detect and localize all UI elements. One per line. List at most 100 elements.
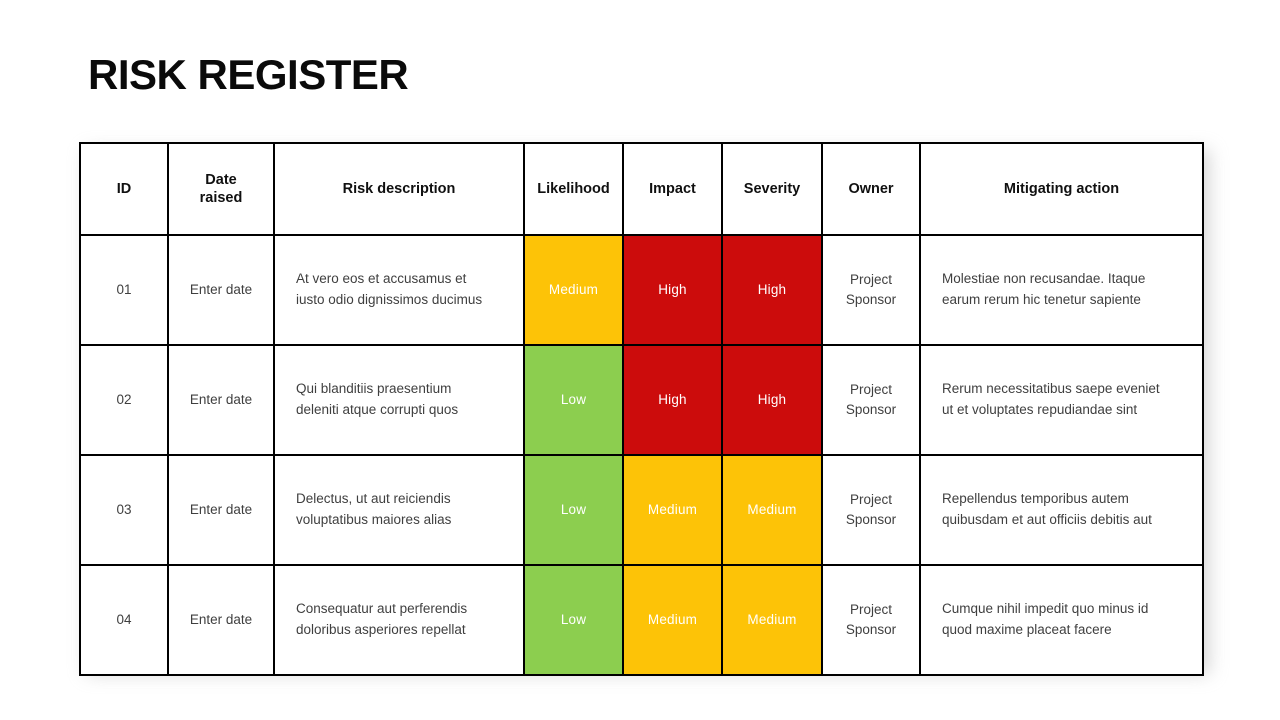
column-header-mitigating-action: Mitigating action	[919, 142, 1204, 236]
cell-mitigating-action-value: Molestiae non recusandae. Itaque earum re…	[921, 265, 1202, 315]
table-row: 04 Enter date Consequatur aut perferendi…	[79, 564, 1204, 676]
slide-canvas: RISK REGISTER ID Date raised Risk descri…	[0, 0, 1280, 720]
cell-impact[interactable]: High	[622, 344, 723, 456]
column-header-owner: Owner	[821, 142, 921, 236]
column-header-id-label: ID	[116, 180, 132, 197]
cell-severity[interactable]: High	[721, 344, 823, 456]
cell-owner[interactable]: Project Sponsor	[821, 344, 921, 456]
impact-badge: High	[624, 346, 721, 454]
cell-impact[interactable]: Medium	[622, 454, 723, 566]
cell-severity[interactable]: High	[721, 234, 823, 346]
likelihood-badge: Low	[525, 566, 622, 674]
mitigating-action-line2: quod maxime placeat facere	[942, 622, 1112, 637]
cell-id-value: 01	[116, 281, 132, 297]
column-header-likelihood: Likelihood	[523, 142, 624, 236]
severity-badge: Medium	[723, 456, 821, 564]
risk-description-line2: voluptatibus maiores alias	[296, 512, 452, 527]
cell-id: 02	[79, 344, 169, 456]
column-header-risk-description: Risk description	[273, 142, 525, 236]
table-body: 01 Enter date At vero eos et accusamus e…	[79, 234, 1204, 676]
cell-mitigating-action[interactable]: Repellendus temporibus autem quibusdam et…	[919, 454, 1204, 566]
mitigating-action-line2: ut et voluptates repudiandae sint	[942, 402, 1138, 417]
cell-owner[interactable]: Project Sponsor	[821, 234, 921, 346]
risk-description-line2: iusto odio dignissimos ducimus	[296, 292, 483, 307]
cell-owner-value: Project Sponsor	[823, 486, 919, 533]
table-row: 03 Enter date Delectus, ut aut reiciendi…	[79, 454, 1204, 566]
cell-impact[interactable]: High	[622, 234, 723, 346]
cell-owner[interactable]: Project Sponsor	[821, 454, 921, 566]
cell-id-value: 04	[116, 611, 132, 627]
column-header-owner-label: Owner	[848, 180, 894, 197]
table-header-row: ID Date raised Risk description Likeliho…	[79, 142, 1204, 236]
cell-date-raised-value: Enter date	[189, 501, 253, 517]
cell-risk-description[interactable]: At vero eos et accusamus et iusto odio di…	[273, 234, 525, 346]
cell-likelihood[interactable]: Low	[523, 454, 624, 566]
risk-description-line2: doloribus asperiores repellat	[296, 622, 466, 637]
cell-mitigating-action[interactable]: Molestiae non recusandae. Itaque earum re…	[919, 234, 1204, 346]
cell-risk-description[interactable]: Consequatur aut perferendis doloribus asp…	[273, 564, 525, 676]
column-header-impact-label: Impact	[649, 180, 696, 197]
impact-badge: High	[624, 236, 721, 344]
cell-risk-description-value: Consequatur aut perferendis doloribus asp…	[275, 595, 523, 645]
cell-owner-value: Project Sponsor	[823, 376, 919, 423]
cell-date-raised[interactable]: Enter date	[167, 234, 275, 346]
cell-date-raised-value: Enter date	[189, 281, 253, 297]
cell-risk-description-value: Qui blanditiis praesentium deleniti atque…	[275, 375, 523, 425]
page-title: RISK REGISTER	[88, 51, 409, 98]
column-header-impact: Impact	[622, 142, 723, 236]
cell-id: 03	[79, 454, 169, 566]
owner-line1: Project	[849, 602, 893, 618]
impact-badge: Medium	[624, 566, 721, 674]
owner-line2: Sponsor	[845, 292, 897, 307]
cell-severity[interactable]: Medium	[721, 564, 823, 676]
cell-severity[interactable]: Medium	[721, 454, 823, 566]
cell-date-raised[interactable]: Enter date	[167, 564, 275, 676]
column-header-severity: Severity	[721, 142, 823, 236]
cell-date-raised[interactable]: Enter date	[167, 344, 275, 456]
owner-line1: Project	[849, 382, 893, 398]
likelihood-badge: Low	[525, 456, 622, 564]
owner-line1: Project	[849, 272, 893, 288]
table-row: 02 Enter date Qui blanditiis praesentium…	[79, 344, 1204, 456]
cell-likelihood[interactable]: Low	[523, 564, 624, 676]
column-header-severity-label: Severity	[743, 180, 801, 197]
risk-description-line1: Consequatur aut perferendis	[296, 601, 468, 617]
cell-date-raised-value: Enter date	[189, 611, 253, 627]
cell-mitigating-action-value: Repellendus temporibus autem quibusdam et…	[921, 485, 1202, 535]
cell-risk-description-value: At vero eos et accusamus et iusto odio di…	[275, 265, 523, 315]
cell-impact[interactable]: Medium	[622, 564, 723, 676]
owner-line2: Sponsor	[845, 622, 897, 637]
impact-badge: Medium	[624, 456, 721, 564]
cell-mitigating-action-value: Rerum necessitatibus saepe eveniet ut et …	[921, 375, 1202, 425]
cell-risk-description[interactable]: Delectus, ut aut reiciendis voluptatibus …	[273, 454, 525, 566]
mitigating-action-line2: quibusdam et aut officiis debitis aut	[942, 512, 1152, 527]
table-row: 01 Enter date At vero eos et accusamus e…	[79, 234, 1204, 346]
cell-mitigating-action-value: Cumque nihil impedit quo minus id quod ma…	[921, 595, 1202, 645]
risk-register-table: ID Date raised Risk description Likeliho…	[79, 142, 1204, 676]
cell-likelihood[interactable]: Low	[523, 344, 624, 456]
severity-badge: High	[723, 346, 821, 454]
cell-risk-description[interactable]: Qui blanditiis praesentium deleniti atque…	[273, 344, 525, 456]
likelihood-badge: Low	[525, 346, 622, 454]
cell-date-raised[interactable]: Enter date	[167, 454, 275, 566]
cell-id: 01	[79, 234, 169, 346]
cell-owner-value: Project Sponsor	[823, 596, 919, 643]
mitigating-action-line1: Molestiae non recusandae. Itaque	[942, 271, 1146, 287]
cell-risk-description-value: Delectus, ut aut reiciendis voluptatibus …	[275, 485, 523, 535]
risk-description-line1: Qui blanditiis praesentium	[296, 381, 452, 397]
owner-line2: Sponsor	[845, 402, 897, 417]
cell-owner[interactable]: Project Sponsor	[821, 564, 921, 676]
mitigating-action-line1: Repellendus temporibus autem	[942, 491, 1129, 507]
cell-date-raised-value: Enter date	[189, 391, 253, 407]
mitigating-action-line1: Rerum necessitatibus saepe eveniet	[942, 381, 1160, 397]
cell-id: 04	[79, 564, 169, 676]
mitigating-action-line2: earum rerum hic tenetur sapiente	[942, 292, 1141, 307]
owner-line1: Project	[849, 492, 893, 508]
cell-mitigating-action[interactable]: Rerum necessitatibus saepe eveniet ut et …	[919, 344, 1204, 456]
mitigating-action-line1: Cumque nihil impedit quo minus id	[942, 601, 1149, 617]
cell-mitigating-action[interactable]: Cumque nihil impedit quo minus id quod ma…	[919, 564, 1204, 676]
column-header-likelihood-label: Likelihood	[537, 180, 610, 197]
cell-likelihood[interactable]: Medium	[523, 234, 624, 346]
column-header-date-raised-label-line1: Date	[205, 171, 237, 188]
risk-description-line1: Delectus, ut aut reiciendis	[296, 491, 451, 507]
